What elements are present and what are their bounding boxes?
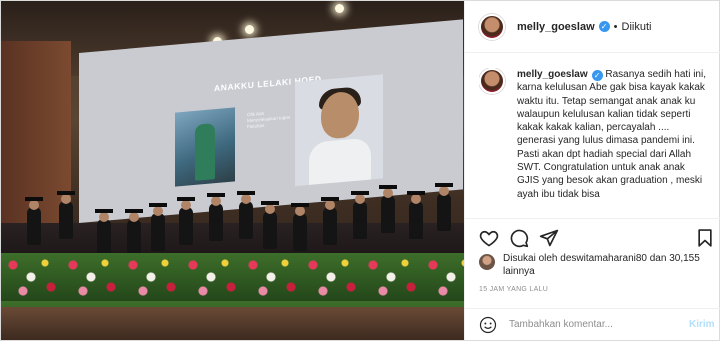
graduate-figure — [237, 191, 255, 239]
like-heart-icon[interactable] — [479, 228, 499, 248]
divider — [465, 218, 720, 219]
header-separator: • — [613, 20, 618, 33]
stage-light — [245, 25, 254, 34]
graduate-figure — [177, 197, 195, 245]
graduate-figure — [95, 209, 113, 257]
graduate-figure — [149, 203, 167, 251]
post-photo[interactable]: ANAKKU LELAKI HOED Olik Ada Menyelesaika… — [1, 1, 464, 340]
graduate-figure — [291, 203, 309, 251]
graduate-figure — [125, 209, 143, 257]
comment-bar: Tambahkan komentar... Kirim — [465, 308, 720, 340]
post-timestamp[interactable]: 15 JAM YANG LALU — [479, 286, 548, 293]
verified-badge-icon: ✓ — [598, 21, 610, 32]
graduate-figure — [321, 197, 339, 245]
graduate-figure — [351, 191, 369, 239]
caption-avatar[interactable] — [479, 68, 505, 94]
header-username[interactable]: melly_goeslaw — [517, 21, 595, 33]
screen-photo-portrait — [295, 74, 383, 187]
screen-photo-graduate — [175, 107, 235, 187]
likes-text[interactable]: Disukai oleh deswitamaharani80 dan 30,15… — [503, 252, 715, 278]
stage-front — [1, 307, 464, 340]
likes-summary: Disukai oleh deswitamaharani80 dan 30,15… — [479, 252, 715, 278]
send-comment-button[interactable]: Kirim — [689, 319, 715, 330]
graduate-figure — [379, 185, 397, 233]
graduate-figure — [25, 197, 43, 245]
avatar[interactable] — [479, 13, 505, 40]
caption-verified-badge-icon: ✓ — [591, 70, 603, 81]
stage-light — [335, 4, 344, 13]
flower-arrangement — [1, 253, 464, 311]
post-header: melly_goeslaw ✓ • Diikuti — [465, 1, 720, 53]
follow-status-button[interactable]: Diikuti — [622, 21, 652, 33]
instagram-post: ANAKKU LELAKI HOED Olik Ada Menyelesaika… — [0, 0, 720, 341]
liker-avatar[interactable] — [479, 254, 495, 270]
graduate-figure — [435, 183, 453, 231]
action-bar — [479, 228, 715, 248]
caption-body: melly_goeslaw ✓ Rasanya sedih hati ini, k… — [517, 68, 709, 218]
comment-icon[interactable] — [509, 228, 529, 248]
graduate-figure — [261, 201, 279, 249]
graduate-figure — [407, 191, 425, 239]
projection-screen: ANAKKU LELAKI HOED Olik Ada Menyelesaika… — [79, 19, 463, 223]
post-caption: melly_goeslaw ✓ Rasanya sedih hati ini, k… — [479, 68, 715, 218]
bookmark-icon[interactable] — [695, 228, 715, 248]
emoji-icon[interactable] — [479, 316, 497, 334]
share-icon[interactable] — [539, 228, 559, 248]
graduate-figure — [57, 191, 75, 239]
comment-input[interactable]: Tambahkan komentar... — [509, 319, 679, 330]
caption-text: Rasanya sedih hati ini, karna kelulusan … — [517, 69, 706, 200]
caption-username[interactable]: melly_goeslaw — [517, 69, 588, 80]
post-side-panel: melly_goeslaw ✓ • Diikuti melly_goeslaw ✓… — [464, 1, 720, 340]
graduate-figure — [207, 193, 225, 241]
